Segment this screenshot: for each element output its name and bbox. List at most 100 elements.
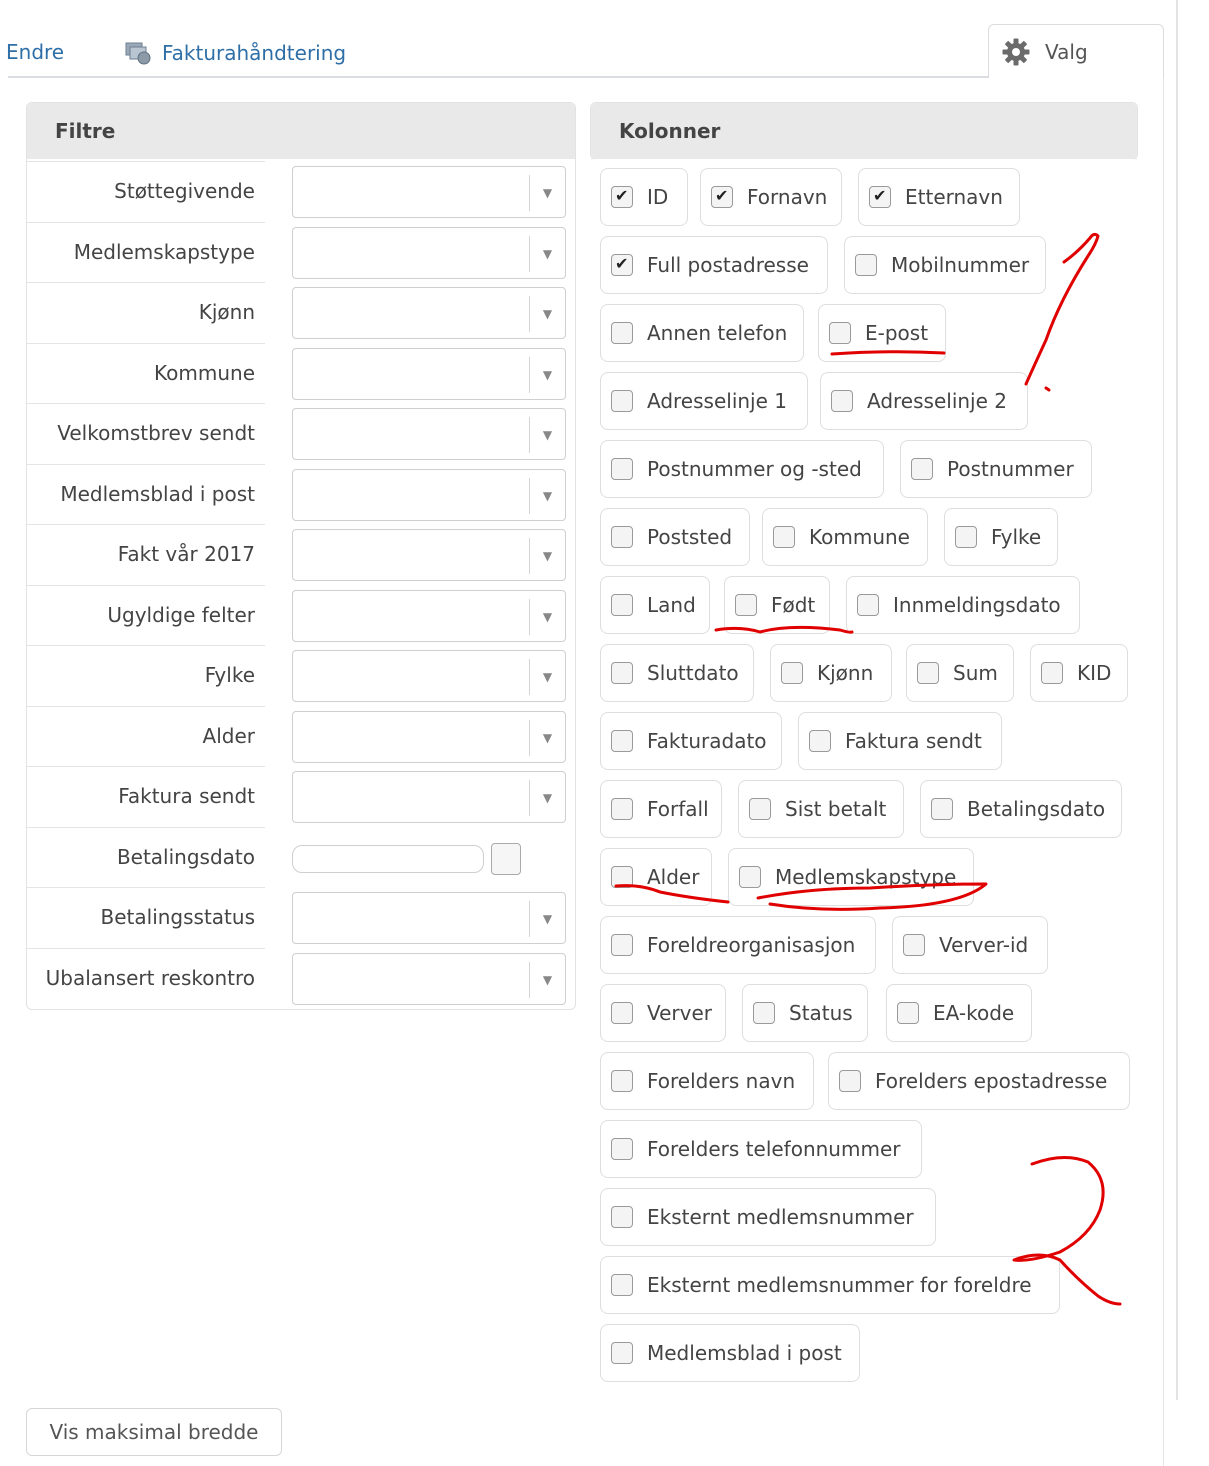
column-option[interactable]: Verver [600, 984, 726, 1042]
column-option[interactable]: Forelders epostadresse [828, 1052, 1130, 1110]
filter-select[interactable]: ▼ [292, 468, 566, 521]
checkbox[interactable] [1041, 662, 1063, 684]
checkbox[interactable] [809, 730, 831, 752]
filter-select[interactable]: ▼ [292, 771, 566, 823]
column-option[interactable]: ID [600, 168, 688, 226]
filter-select[interactable]: ▼ [292, 166, 566, 218]
column-option[interactable]: Sum [906, 644, 1014, 702]
column-option[interactable]: Postnummer og -sted [600, 440, 884, 498]
column-option[interactable]: Alder [600, 848, 712, 906]
checkbox[interactable] [831, 390, 853, 412]
checkbox[interactable] [611, 798, 633, 820]
column-option[interactable]: Fakturadato [600, 712, 782, 770]
dropdown-arrow-icon[interactable]: ▼ [529, 296, 565, 332]
checkbox[interactable] [735, 594, 757, 616]
checkbox[interactable] [611, 1138, 633, 1160]
checkbox[interactable] [857, 594, 879, 616]
filter-select[interactable]: ▼ [292, 529, 566, 581]
dropdown-arrow-icon[interactable]: ▼ [529, 477, 565, 514]
checkbox-checked[interactable] [869, 186, 891, 208]
column-option[interactable]: Fylke [944, 508, 1058, 566]
date-picker-button[interactable] [491, 842, 521, 875]
column-option[interactable]: Full postadresse [600, 236, 828, 294]
column-option[interactable]: Verver-id [892, 916, 1048, 974]
checkbox-checked[interactable] [611, 186, 633, 208]
checkbox[interactable] [839, 1070, 861, 1092]
column-option[interactable]: Forfall [600, 780, 722, 838]
checkbox[interactable] [611, 1342, 633, 1364]
column-option[interactable]: EA-kode [886, 984, 1032, 1042]
column-option[interactable]: Født [724, 576, 830, 634]
column-option[interactable]: Innmeldingsdato [846, 576, 1080, 634]
dropdown-arrow-icon[interactable]: ▼ [529, 961, 565, 998]
filter-select[interactable]: ▼ [292, 226, 566, 279]
checkbox[interactable] [931, 798, 953, 820]
dropdown-arrow-icon[interactable]: ▼ [529, 598, 565, 635]
column-option[interactable]: Betalingsdato [920, 780, 1122, 838]
checkbox[interactable] [611, 1002, 633, 1024]
checkbox[interactable] [855, 254, 877, 276]
filter-select[interactable]: ▼ [292, 589, 566, 642]
column-option[interactable]: Eksternt medlemsnummer for foreldre [600, 1256, 1060, 1314]
checkbox[interactable] [911, 458, 933, 480]
max-width-button[interactable]: Vis maksimal bredde [26, 1408, 282, 1456]
column-option[interactable]: Status [742, 984, 868, 1042]
column-option[interactable]: Sist betalt [738, 780, 904, 838]
checkbox[interactable] [611, 458, 633, 480]
checkbox[interactable] [739, 866, 761, 888]
options-tab[interactable]: Valg [988, 24, 1164, 78]
checkbox[interactable] [611, 730, 633, 752]
dropdown-arrow-icon[interactable]: ▼ [529, 780, 565, 816]
checkbox[interactable] [903, 934, 925, 956]
checkbox[interactable] [611, 322, 633, 344]
checkbox[interactable] [917, 662, 939, 684]
invoice-handling-link[interactable]: Fakturahåndtering [124, 40, 346, 66]
column-option[interactable]: Kommune [762, 508, 928, 566]
edit-link[interactable]: Endre [6, 40, 64, 64]
filter-select[interactable]: ▼ [292, 408, 566, 460]
filter-select[interactable]: ▼ [292, 892, 566, 944]
checkbox[interactable] [753, 1002, 775, 1024]
column-option[interactable]: Poststed [600, 508, 750, 566]
dropdown-arrow-icon[interactable]: ▼ [529, 417, 565, 453]
checkbox[interactable] [829, 322, 851, 344]
checkbox[interactable] [781, 662, 803, 684]
column-option[interactable]: Forelders telefonnummer [600, 1120, 922, 1178]
checkbox-checked[interactable] [711, 186, 733, 208]
column-option[interactable]: Etternavn [858, 168, 1020, 226]
filter-select[interactable]: ▼ [292, 650, 566, 702]
checkbox[interactable] [611, 390, 633, 412]
column-option[interactable]: Annen telefon [600, 304, 804, 362]
column-option[interactable]: Adresselinje 1 [600, 372, 808, 430]
checkbox[interactable] [897, 1002, 919, 1024]
dropdown-arrow-icon[interactable]: ▼ [529, 235, 565, 272]
column-option[interactable]: Land [600, 576, 710, 634]
checkbox[interactable] [611, 1206, 633, 1228]
dropdown-arrow-icon[interactable]: ▼ [529, 356, 565, 393]
dropdown-arrow-icon[interactable]: ▼ [529, 719, 565, 756]
checkbox[interactable] [611, 526, 633, 548]
checkbox[interactable] [773, 526, 795, 548]
filter-select[interactable]: ▼ [292, 347, 566, 400]
column-option[interactable]: Kjønn [770, 644, 892, 702]
checkbox[interactable] [955, 526, 977, 548]
dropdown-arrow-icon[interactable]: ▼ [529, 901, 565, 937]
date-input[interactable] [292, 844, 484, 873]
checkbox[interactable] [611, 594, 633, 616]
column-option[interactable]: Foreldreorganisasjon [600, 916, 876, 974]
column-option[interactable]: E-post [818, 304, 946, 362]
filter-select[interactable]: ▼ [292, 952, 566, 1005]
column-option[interactable]: Eksternt medlemsnummer [600, 1188, 936, 1246]
column-option[interactable]: KID [1030, 644, 1128, 702]
dropdown-arrow-icon[interactable]: ▼ [529, 175, 565, 211]
column-option[interactable]: Faktura sendt [798, 712, 1002, 770]
column-option[interactable]: Medlemsblad i post [600, 1324, 860, 1382]
checkbox-checked[interactable] [611, 254, 633, 276]
column-option[interactable]: Adresselinje 2 [820, 372, 1028, 430]
column-option[interactable]: Fornavn [700, 168, 842, 226]
checkbox[interactable] [611, 1274, 633, 1296]
checkbox[interactable] [611, 662, 633, 684]
checkbox[interactable] [611, 866, 633, 888]
column-option[interactable]: Medlemskapstype [728, 848, 974, 906]
column-option[interactable]: Postnummer [900, 440, 1092, 498]
